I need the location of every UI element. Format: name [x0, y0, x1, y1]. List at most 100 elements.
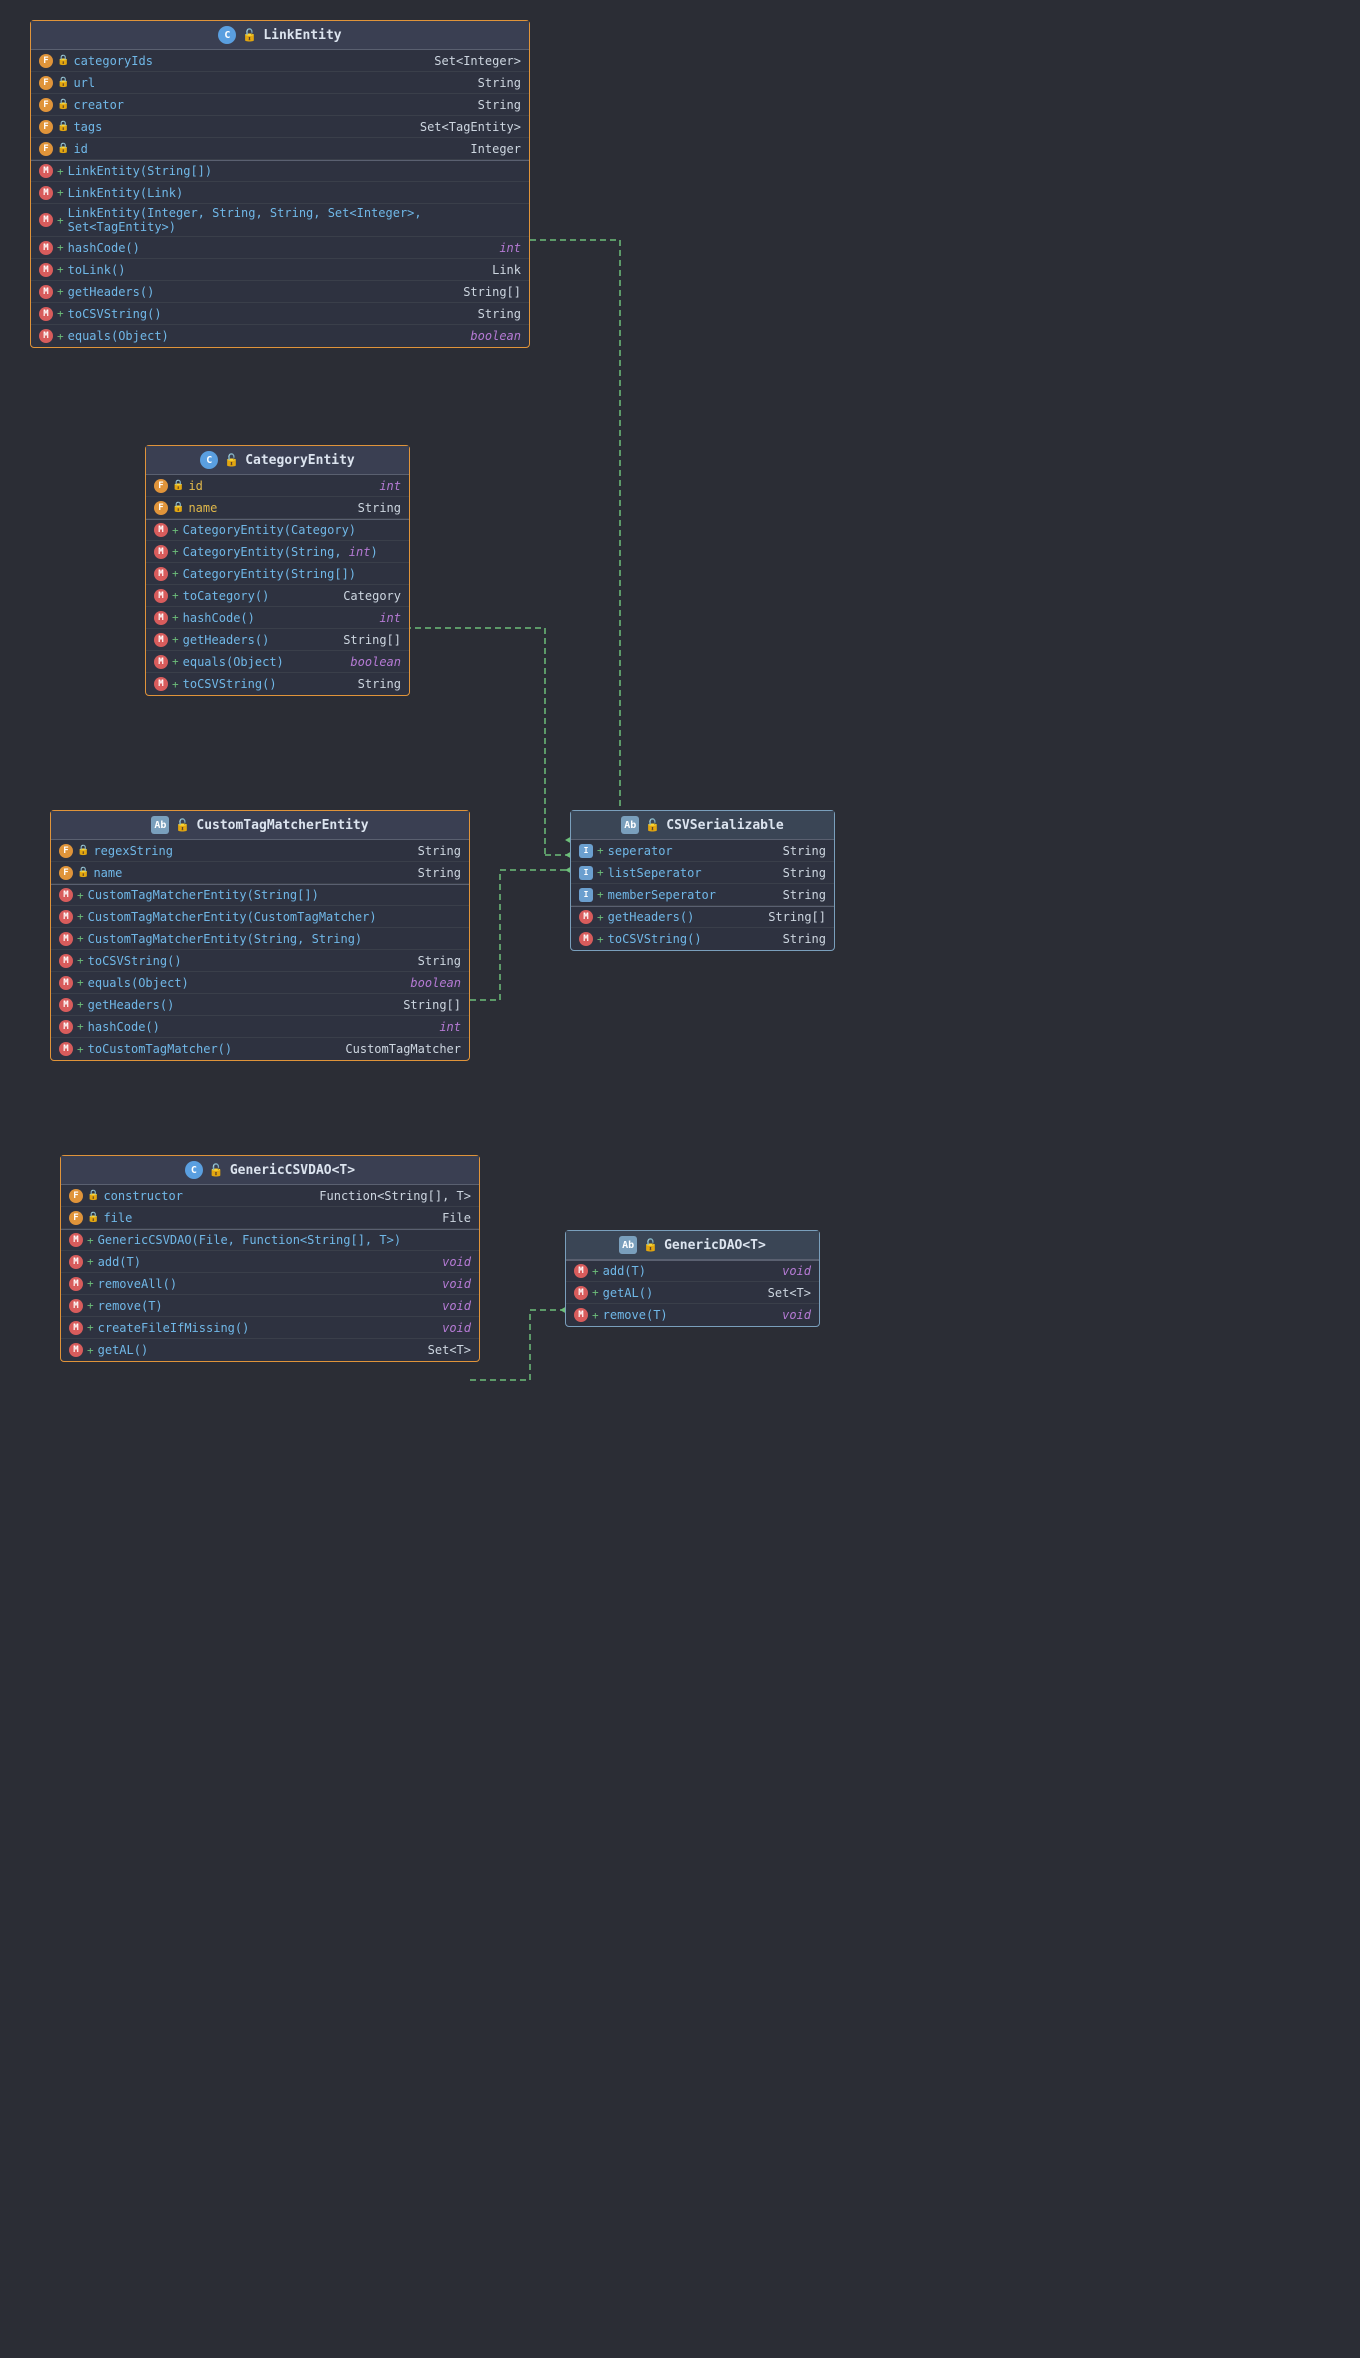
diagram-container: C 🔓 LinkEntity F 🔒 categoryIds Set<Integ… — [0, 0, 1360, 2358]
method-tocategory: M + toCategory() Category — [146, 585, 409, 607]
method-removeall: M + removeAll() void — [61, 1273, 479, 1295]
method-constructor2: M + LinkEntity(Link) — [31, 182, 529, 204]
vis-icon: + — [57, 241, 64, 254]
vis-icon: + — [57, 263, 64, 276]
method-icon: M — [154, 655, 168, 669]
method-type: Link — [461, 263, 521, 277]
category-entity-title: C 🔓 CategoryEntity — [146, 446, 409, 475]
vis-icon: 🔒 — [172, 502, 184, 513]
method-icon: M — [574, 1308, 588, 1322]
field-regex: F 🔒 regexString String — [51, 840, 469, 862]
abstract-icon: Ab — [151, 816, 169, 834]
method-name: CustomTagMatcherEntity(String, String) — [88, 932, 461, 946]
method-getal: M + getAL() Set<T> — [61, 1339, 479, 1361]
vis-icon: + — [172, 633, 179, 646]
field-type: Set<Integer> — [434, 54, 521, 68]
method-tolink: M + toLink() Link — [31, 259, 529, 281]
lock-icon: 🔓 — [643, 1238, 658, 1252]
method-name: hashCode() — [88, 1020, 397, 1034]
vis-icon: + — [597, 866, 604, 879]
method-name: CategoryEntity(String, int) — [183, 545, 401, 559]
link-entity-title: C 🔓 LinkEntity — [31, 21, 529, 50]
field-creator: F 🔒 creator String — [31, 94, 529, 116]
field-icon: F — [59, 866, 73, 880]
method-hashcode: M + hashCode() int — [51, 1016, 469, 1038]
method-name: LinkEntity(Link) — [68, 186, 521, 200]
method-name: getHeaders() — [88, 998, 397, 1012]
method-name: CategoryEntity(Category) — [183, 523, 401, 537]
method-name: remove(T) — [98, 1299, 407, 1313]
method-tocsvstring: M + toCSVString() String — [571, 928, 834, 950]
vis-icon: + — [592, 1265, 599, 1278]
method-icon: M — [69, 1299, 83, 1313]
custom-tag-matcher-entity-box: Ab 🔓 CustomTagMatcherEntity F 🔒 regexStr… — [50, 810, 470, 1061]
method-icon: M — [39, 307, 53, 321]
method-name: getAL() — [98, 1343, 407, 1357]
field-name: name — [188, 501, 337, 515]
vis-icon: + — [57, 165, 64, 178]
lock-icon: 🔓 — [645, 818, 660, 832]
method-getheaders: M + getHeaders() String[] — [31, 281, 529, 303]
method-name: getHeaders() — [183, 633, 337, 647]
method-hashcode: M + hashCode() int — [31, 237, 529, 259]
method-type: void — [411, 1321, 471, 1335]
field-separator: I + seperator String — [571, 840, 834, 862]
method-icon: M — [574, 1264, 588, 1278]
lock-icon: 🔓 — [242, 28, 257, 42]
vis-icon: 🔒 — [87, 1190, 99, 1201]
method-name: createFileIfMissing() — [98, 1321, 407, 1335]
csv-serializable-box: Ab 🔓 CSVSerializable I + seperator Strin… — [570, 810, 835, 951]
method-getheaders: M + getHeaders() String[] — [51, 994, 469, 1016]
vis-icon: + — [77, 998, 84, 1011]
field-memberseparator: I + memberSeperator String — [571, 884, 834, 906]
method-type: boolean — [461, 329, 521, 343]
method-icon: M — [39, 241, 53, 255]
vis-icon: + — [172, 545, 179, 558]
custom-tag-label: CustomTagMatcherEntity — [196, 818, 368, 833]
method-tocustomtagmatcher: M + toCustomTagMatcher() CustomTagMatche… — [51, 1038, 469, 1060]
field-type: String — [461, 98, 521, 112]
generic-csv-dao-label: GenericCSVDAO<T> — [230, 1163, 355, 1178]
method-equals: M + equals(Object) boolean — [31, 325, 529, 347]
method-icon: M — [69, 1321, 83, 1335]
method-remove: M + remove(T) void — [61, 1295, 479, 1317]
method-type: CustomTagMatcher — [345, 1042, 461, 1056]
method-constructor: M + GenericCSVDAO(File, Function<String[… — [61, 1229, 479, 1251]
vis-icon: + — [172, 655, 179, 668]
method-type: String — [341, 677, 401, 691]
generic-csv-dao-box: C 🔓 GenericCSVDAO<T> F 🔒 constructor Fun… — [60, 1155, 480, 1362]
field-name: id — [73, 142, 457, 156]
method-name: removeAll() — [98, 1277, 407, 1291]
method-type: boolean — [401, 976, 461, 990]
vis-icon: + — [597, 844, 604, 857]
vis-icon: + — [597, 888, 604, 901]
field-name: categoryIds — [73, 54, 430, 68]
interface-icon: Ab — [621, 816, 639, 834]
field-type: String — [401, 866, 461, 880]
lock-icon: 🔓 — [209, 1163, 224, 1177]
method-type: String — [766, 932, 826, 946]
vis-icon: + — [172, 611, 179, 624]
lock-icon: 🔓 — [224, 453, 239, 467]
method-icon: M — [154, 633, 168, 647]
method-name: toLink() — [68, 263, 457, 277]
method-icon: M — [59, 932, 73, 946]
method-type: void — [411, 1277, 471, 1291]
method-constructor3: M + LinkEntity(Integer, String, String, … — [31, 204, 529, 237]
method-tocsvstring: M + toCSVString() String — [146, 673, 409, 695]
vis-icon: 🔒 — [57, 143, 69, 154]
method-icon: M — [154, 589, 168, 603]
field-icon: F — [69, 1189, 83, 1203]
method-type: String[] — [461, 285, 521, 299]
method-constructor1: M + CustomTagMatcherEntity(String[]) — [51, 884, 469, 906]
method-name: toCSVString() — [183, 677, 337, 691]
method-name: toCSVString() — [88, 954, 397, 968]
method-icon: M — [579, 932, 593, 946]
method-equals: M + equals(Object) boolean — [51, 972, 469, 994]
method-add: M + add(T) void — [61, 1251, 479, 1273]
field-type: String — [766, 888, 826, 902]
vis-icon: 🔒 — [77, 845, 89, 856]
method-icon: M — [69, 1233, 83, 1247]
field-type: Function<String[], T> — [319, 1189, 471, 1203]
method-icon: M — [59, 888, 73, 902]
